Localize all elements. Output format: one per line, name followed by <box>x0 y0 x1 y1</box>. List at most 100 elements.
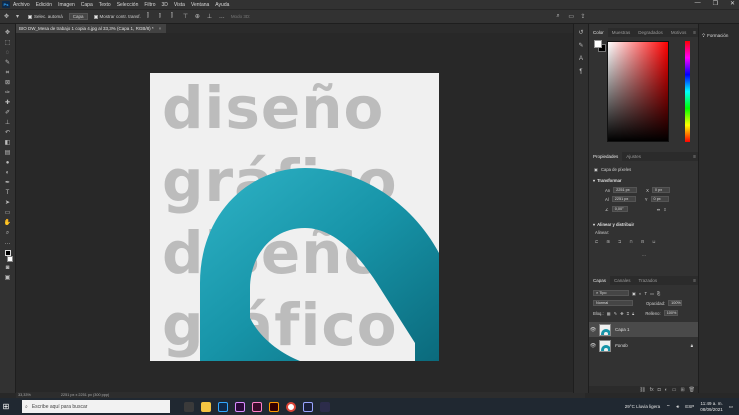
illustrator-taskbar-icon[interactable] <box>269 401 279 412</box>
panel-menu-icon[interactable]: ≡ <box>693 278 696 284</box>
text-panel-icon[interactable]: A <box>577 56 585 63</box>
rectangle-tool-icon[interactable]: ▭ <box>4 210 12 217</box>
notifications-icon[interactable]: ▭ <box>729 404 733 410</box>
more-tools-icon[interactable]: … <box>4 240 12 247</box>
layer-row-fondo[interactable]: 👁︎ Fondo 🔒︎ <box>589 338 699 353</box>
color-picker-field[interactable] <box>607 41 669 142</box>
align-vcenter-icon[interactable]: ⊟ <box>641 239 645 244</box>
tab-degradados[interactable]: Degradados <box>634 28 667 37</box>
maximize-button[interactable]: ❐ <box>713 0 718 7</box>
hand-tool-icon[interactable]: ✋ <box>4 220 12 227</box>
menu-3d[interactable]: 3D <box>162 2 168 8</box>
indesign-taskbar-icon[interactable] <box>252 401 262 412</box>
document-tab[interactable]: BIO DW_Mesa de trabajo 1 copia 4.jpg al … <box>16 24 166 33</box>
screen-mode-icon[interactable]: ▣ <box>4 275 12 282</box>
eraser-tool-icon[interactable]: ◧ <box>4 140 12 147</box>
healing-brush-icon[interactable]: ✚ <box>4 100 12 107</box>
transform-section-header[interactable]: ▾ Transformar <box>589 178 699 183</box>
layer-select-dropdown[interactable]: Capa <box>68 13 88 20</box>
tab-capas[interactable]: Capas <box>589 276 611 285</box>
task-view-icon[interactable] <box>184 401 194 412</box>
premiere-taskbar-icon[interactable] <box>235 401 245 412</box>
blend-mode-dropdown[interactable]: Normal <box>593 300 633 306</box>
learn-panel-button[interactable]: 💡︎ Formación <box>702 33 728 38</box>
align-bottom-icon[interactable]: ⊔ <box>652 239 655 244</box>
type-tool-icon[interactable]: T <box>4 190 12 197</box>
taskbar-search[interactable]: ⌕ Escribe aquí para buscar <box>22 400 170 413</box>
close-window-button[interactable]: ✕ <box>730 0 735 7</box>
align-left-icon[interactable]: ⫿ <box>147 13 153 20</box>
x-field[interactable]: 0 px <box>651 187 670 193</box>
move-tool-icon[interactable]: ✥ <box>4 30 12 37</box>
filter-type-icon[interactable]: T <box>645 291 648 296</box>
height-field[interactable]: 2251 px <box>611 196 636 202</box>
clock[interactable]: 11:49 a. m. 08/09/2021 <box>700 401 723 413</box>
delete-layer-icon[interactable]: 🗑︎ <box>689 387 695 393</box>
history-brush-icon[interactable]: ↶ <box>4 130 12 137</box>
more-properties-button[interactable]: ... <box>589 252 699 257</box>
opacity-field[interactable]: 100% <box>668 300 683 306</box>
align-center-icon[interactable]: ⫾ <box>159 13 165 20</box>
tab-color[interactable]: Color <box>589 28 608 37</box>
quick-mask-icon[interactable]: ◙ <box>4 265 12 272</box>
foreground-color-swatch[interactable] <box>594 40 602 48</box>
tab-motivos[interactable]: Motivos <box>667 28 691 37</box>
brush-tool-icon[interactable]: ✐ <box>4 110 12 117</box>
close-icon[interactable]: × <box>159 26 162 31</box>
tab-ajustes[interactable]: Ajustes <box>622 152 645 161</box>
brush-settings-icon[interactable]: ✎ <box>577 43 585 50</box>
lock-artboard-icon[interactable]: ⌗ <box>627 311 629 316</box>
angle-field[interactable]: 0,00° <box>611 206 628 212</box>
dodge-tool-icon[interactable]: ◐ <box>4 170 12 177</box>
add-mask-icon[interactable]: ◘ <box>658 387 661 393</box>
menu-ventana[interactable]: Ventana <box>191 2 209 8</box>
blur-tool-icon[interactable]: ● <box>4 160 12 167</box>
tab-trazados[interactable]: Trazados <box>635 276 662 285</box>
layer-filter-dropdown[interactable]: ⌕ Tipo <box>593 290 629 296</box>
search-icon[interactable]: ⌕ <box>556 13 562 20</box>
menu-filtro[interactable]: Filtro <box>144 2 155 8</box>
align-top-icon[interactable]: ⊤ <box>183 14 189 20</box>
pen-tool-icon[interactable]: ✒ <box>4 180 12 187</box>
filter-adjust-icon[interactable]: ◐ <box>639 291 642 296</box>
volume-icon[interactable]: 🔊︎ <box>676 404 679 409</box>
move-tool-icon[interactable]: ✥ <box>4 14 10 20</box>
chrome-taskbar-icon[interactable] <box>286 401 296 412</box>
menu-texto[interactable]: Texto <box>99 2 111 8</box>
y-field[interactable]: 0 px <box>650 196 669 202</box>
zoom-level[interactable]: 33,33% <box>18 393 31 397</box>
adjustment-layer-icon[interactable]: ◐ <box>665 387 668 393</box>
frame-tool-icon[interactable]: ⊠ <box>4 80 12 87</box>
history-icon[interactable]: ↺ <box>577 30 585 37</box>
lasso-tool-icon[interactable]: ◌ <box>4 50 12 57</box>
menu-archivo[interactable]: Archivo <box>13 2 30 8</box>
lock-brush-icon[interactable]: ✎ <box>614 311 618 316</box>
marquee-tool-icon[interactable]: ⬚ <box>4 40 12 47</box>
hue-slider[interactable] <box>685 41 690 142</box>
width-field[interactable]: 2251 px <box>613 187 638 193</box>
clone-stamp-icon[interactable]: ⊥ <box>4 120 12 127</box>
tab-properties[interactable]: Propiedades <box>589 152 623 161</box>
lock-move-icon[interactable]: ✥ <box>620 311 624 316</box>
align-bottom-icon[interactable]: ⊥ <box>207 14 213 20</box>
layer-style-icon[interactable]: fx <box>650 387 654 393</box>
filter-pixel-icon[interactable]: ▣ <box>632 291 636 296</box>
language-indicator[interactable]: ESP <box>685 404 694 409</box>
background-color-swatch[interactable] <box>7 256 13 262</box>
layer-name[interactable]: Fondo <box>615 343 628 348</box>
document-canvas[interactable]: diseño gráfico diseño gráfico <box>150 73 439 361</box>
gradient-tool-icon[interactable]: ▤ <box>4 150 12 157</box>
fill-field[interactable]: 100% <box>663 310 678 316</box>
crop-tool-icon[interactable]: ⌗ <box>4 70 12 77</box>
filter-smart-icon[interactable]: ⎘ <box>657 291 660 296</box>
align-hcenter-icon[interactable]: ⊞ <box>607 239 611 244</box>
align-section-header[interactable]: ▾ Alinear y distribuir <box>589 222 699 227</box>
workspace-icon[interactable]: ▭ <box>568 14 574 20</box>
after-effects-taskbar-icon[interactable] <box>303 401 313 412</box>
document-info[interactable]: 2251 px x 2251 px (300 ppp) <box>61 393 109 397</box>
tab-canales[interactable]: Canales <box>610 276 635 285</box>
eye-icon[interactable]: 👁︎ <box>589 327 597 333</box>
lock-transparent-icon[interactable]: ▦ <box>607 311 611 316</box>
filter-shape-icon[interactable]: ▭ <box>650 291 654 296</box>
eyedropper-tool-icon[interactable]: ✑ <box>4 90 12 97</box>
